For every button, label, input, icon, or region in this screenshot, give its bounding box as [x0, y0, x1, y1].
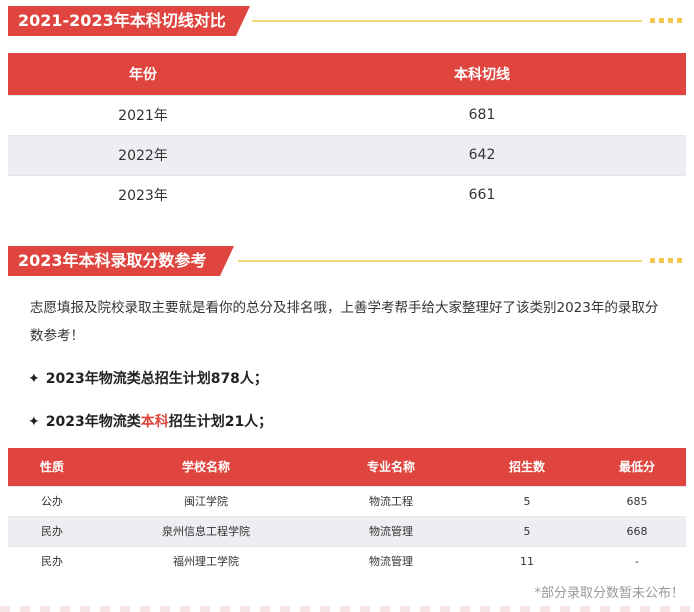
- cell-year: 2021年: [8, 94, 278, 135]
- cell-min-score: -: [588, 545, 686, 576]
- divider-line: [238, 260, 642, 262]
- cell-major: 物流管理: [316, 545, 466, 576]
- admission-score-table: 性质 学校名称 专业名称 招生数 最低分 公办 闽江学院 物流工程 5 685 …: [8, 448, 686, 576]
- bullet-text: 2023年物流类总招生计划878人；: [45, 371, 268, 387]
- table-row: 2021年 681: [8, 94, 686, 135]
- header-type: 性质: [8, 448, 96, 486]
- cell-min-score: 668: [588, 515, 686, 546]
- cell-enrollment: 5: [466, 515, 588, 546]
- star-icon: ✦: [28, 414, 40, 430]
- table-header-row: 性质 学校名称 专业名称 招生数 最低分: [8, 448, 686, 486]
- cell-type: 公办: [8, 485, 96, 516]
- header-enrollment: 招生数: [466, 448, 588, 486]
- cell-school: 闽江学院: [96, 485, 316, 516]
- bottom-decoration: [0, 606, 694, 612]
- cell-year: 2023年: [8, 174, 278, 215]
- cell-enrollment: 11: [466, 545, 588, 576]
- section-title: 2023年本科录取分数参考: [8, 246, 234, 276]
- cutoff-table: 年份 本科切线 2021年 681 2022年 642 2023年 661: [8, 53, 686, 215]
- table-header-row: 年份 本科切线: [8, 53, 686, 95]
- intro-paragraph: 志愿填报及院校录取主要就是看你的总分及排名哦，上善学考帮手给大家整理好了该类别2…: [30, 300, 659, 344]
- cell-major: 物流管理: [316, 515, 466, 546]
- section-header-cutoff: 2021-2023年本科切线对比: [8, 6, 686, 36]
- header-min-score: 最低分: [588, 448, 686, 486]
- cell-school: 泉州信息工程学院: [96, 515, 316, 546]
- cell-type: 民办: [8, 545, 96, 576]
- table-row: 民办 泉州信息工程学院 物流管理 5 668: [8, 515, 686, 546]
- divider-line: [252, 20, 642, 22]
- cell-major: 物流工程: [316, 485, 466, 516]
- cell-year: 2022年: [8, 134, 278, 175]
- section-header-scores: 2023年本科录取分数参考: [8, 246, 686, 276]
- table-row: 公办 闽江学院 物流工程 5 685: [8, 485, 686, 516]
- table-row: 民办 福州理工学院 物流管理 11 -: [8, 545, 686, 576]
- header-school: 学校名称: [96, 448, 316, 486]
- bullet-text-pre: 2023年物流类: [45, 414, 141, 430]
- section-title: 2021-2023年本科切线对比: [8, 6, 250, 36]
- bullet-text-post: 招生计划21人；: [168, 414, 273, 430]
- header-cutoff: 本科切线: [278, 53, 686, 95]
- bullet-total-plan: ✦ 2023年物流类总招生计划878人；: [28, 368, 268, 388]
- footnote: *部分录取分数暂未公布！: [534, 586, 684, 601]
- cell-min-score: 685: [588, 485, 686, 516]
- divider-dots: [650, 18, 682, 23]
- cell-enrollment: 5: [466, 485, 588, 516]
- cell-cutoff: 681: [278, 94, 686, 135]
- cell-school: 福州理工学院: [96, 545, 316, 576]
- header-major: 专业名称: [316, 448, 466, 486]
- bullet-undergrad-plan: ✦ 2023年物流类本科招生计划21人；: [28, 411, 272, 431]
- cell-type: 民办: [8, 515, 96, 546]
- header-year: 年份: [8, 53, 278, 95]
- divider-dots: [650, 258, 682, 263]
- cell-cutoff: 661: [278, 174, 686, 215]
- star-icon: ✦: [28, 371, 40, 387]
- bullet-highlight: 本科: [140, 414, 169, 430]
- table-row: 2023年 661: [8, 174, 686, 215]
- cell-cutoff: 642: [278, 134, 686, 175]
- table-row: 2022年 642: [8, 134, 686, 175]
